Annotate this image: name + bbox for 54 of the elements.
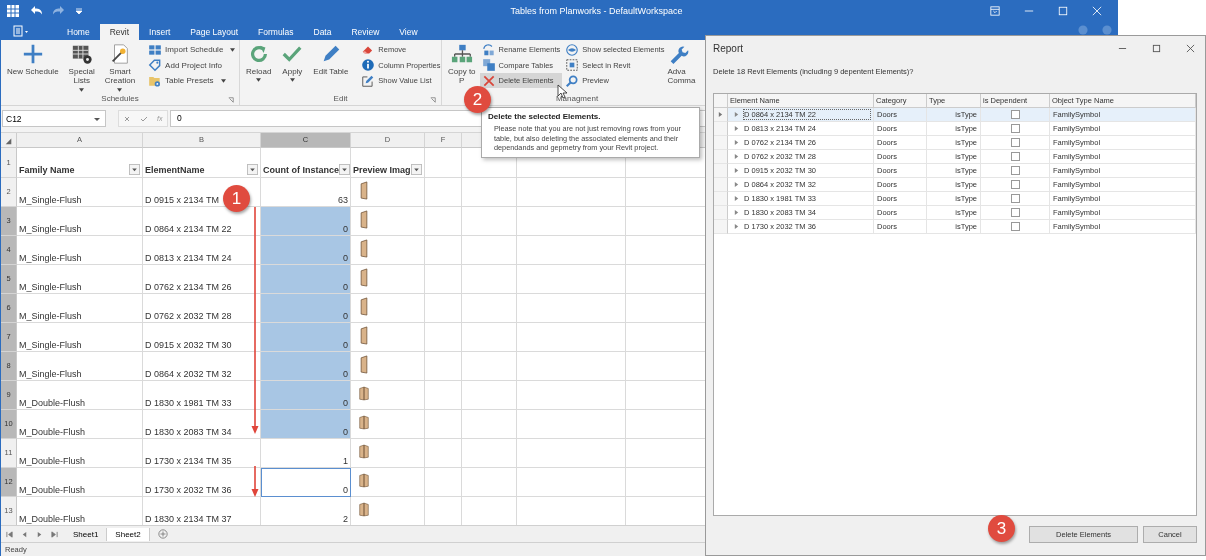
table-cell: M_Double-Flush	[17, 380, 143, 410]
window-title: Tables from Planworks - DefaultWorkspace	[509, 5, 684, 16]
table-cell: 0	[261, 467, 351, 497]
ribbon-tab[interactable]: Insert	[139, 23, 181, 40]
tooltip-title: Delete the selected Elements.	[488, 112, 602, 121]
column-title: Count of Instance	[263, 164, 339, 175]
ribbon-tab[interactable]: Page Layout	[180, 23, 249, 40]
sheet-tab[interactable]: Sheet2	[107, 527, 150, 541]
table-cell: M_Single-Flush	[17, 322, 143, 352]
ribbon-tab[interactable]: Formulas	[248, 23, 304, 40]
table-cell: M_Single-Flush	[17, 351, 143, 381]
ribbon-tab[interactable]: View	[389, 23, 428, 40]
column-title: Preview Imag	[353, 164, 411, 175]
table-cell: 63	[261, 177, 351, 207]
table-cell: 1	[261, 438, 351, 468]
table-cell: 0	[261, 322, 351, 352]
column-title: Family Name	[19, 164, 75, 175]
ribbon-tab[interactable]: Review	[341, 23, 390, 40]
table-cell: M_Single-Flush	[17, 293, 143, 323]
dialog-title: Report	[713, 42, 743, 54]
table-cell: 0	[261, 293, 351, 323]
column-title: ElementName	[145, 164, 205, 175]
table-cell: 0	[261, 351, 351, 381]
table-cell: 0	[261, 206, 351, 236]
table-cell: M_Double-Flush	[17, 467, 143, 497]
ribbon-button[interactable]: Special Lists	[65, 41, 98, 93]
group-label: Edit	[333, 93, 348, 103]
table-cell: M_Single-Flush	[17, 264, 143, 294]
name-box[interactable]: C12	[2, 110, 106, 128]
ribbon-tab[interactable]: Home	[57, 23, 100, 40]
ribbon-button[interactable]: Add Project Info	[145, 57, 239, 73]
ribbon-button[interactable]: Adva Comma	[667, 41, 696, 87]
table-cell: M_Single-Flush	[17, 206, 143, 236]
table-cell: M_Double-Flush	[17, 438, 143, 468]
group-label: Schedules	[101, 94, 139, 104]
table-cell: M_Single-Flush	[17, 235, 143, 265]
ribbon-button[interactable]: Edit Table	[310, 41, 352, 78]
ribbon-button[interactable]: Reload	[243, 41, 275, 84]
table-cell: M_Single-Flush	[17, 177, 143, 207]
table-cell: 0	[261, 235, 351, 265]
group-label: Managment	[555, 93, 599, 103]
table-cell: 0	[261, 264, 351, 294]
ribbon-button[interactable]: Apply	[278, 41, 307, 84]
ribbon-button[interactable]: Import Schedule	[145, 41, 239, 58]
ribbon-tab[interactable]: Data	[303, 23, 342, 40]
ribbon-button[interactable]: Copy to P	[445, 41, 479, 87]
table-cell: D 1730 x 2134 TM 35	[143, 438, 261, 468]
ribbon-button[interactable]: New Schedule	[4, 41, 62, 78]
ribbon-tab[interactable]: Revit	[99, 23, 140, 40]
ribbon-button[interactable]: Smart Creation	[101, 41, 139, 93]
table-cell: 0	[261, 380, 351, 410]
table-cell: M_Double-Flush	[17, 409, 143, 439]
ribbon-button[interactable]: Table Presets	[145, 72, 239, 89]
table-cell: 0	[261, 409, 351, 439]
